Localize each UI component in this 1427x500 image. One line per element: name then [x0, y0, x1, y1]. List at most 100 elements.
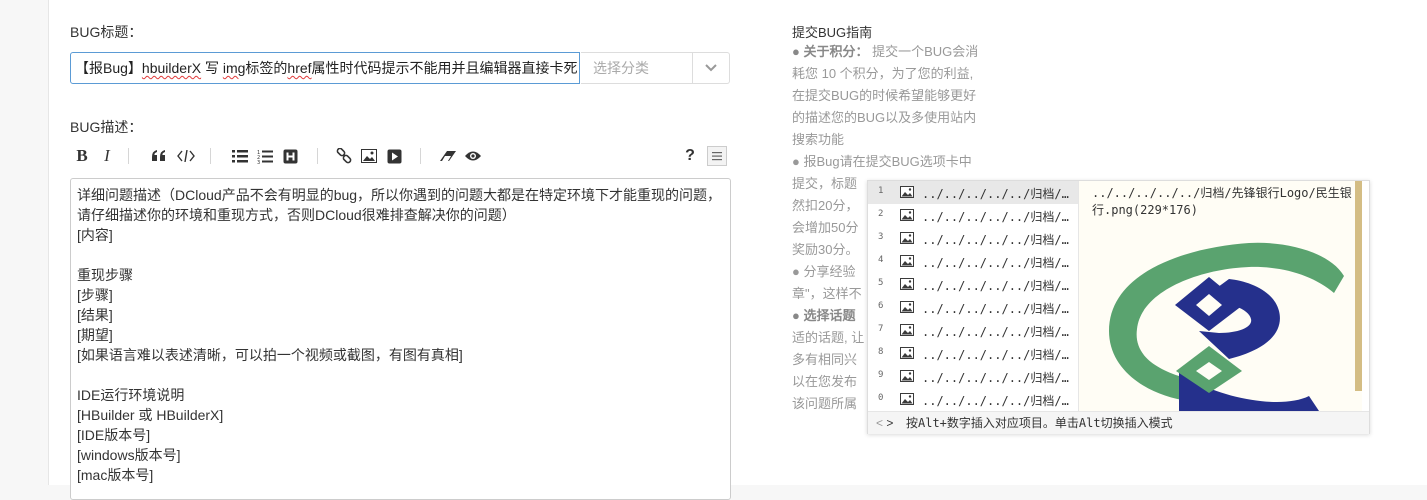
item-path: ../../../../../归档/… [922, 325, 1069, 339]
guide-text: 提交，标题 [792, 176, 858, 191]
chevron-down-icon[interactable] [692, 53, 729, 83]
editor-line: [期望] [77, 327, 113, 343]
guide-line: 会增加50分 [792, 217, 858, 236]
menu-icon [707, 146, 727, 166]
guide-text: ● 分享经验 [792, 264, 856, 279]
editor-line: 请仔细描述你的环境和重现方式，否则DCloud很难排查解决你的问题） [77, 207, 516, 223]
item-number: 6 [878, 301, 884, 311]
image-file-icon [900, 209, 914, 221]
item-path: ../../../../../归档/… [922, 210, 1069, 224]
image-file-icon [900, 324, 914, 336]
editor-line: IDE运行环境说明 [77, 387, 185, 403]
italic-button[interactable]: I [100, 144, 114, 168]
item-path: ../../../../../归档/… [922, 394, 1069, 408]
link-button[interactable] [335, 144, 353, 168]
guide-line: ● 选择话题 [792, 305, 855, 324]
guide-line: 适的话题, 让 [792, 327, 864, 346]
toolbar-divider [210, 148, 211, 164]
autocomplete-item[interactable]: 2 ../../../../../归档/… [868, 204, 1078, 227]
title-part-misspelled: href [287, 60, 312, 76]
guide-text: 以在您发布 [792, 374, 858, 389]
title-part: 属性时代码提示不能用并且编辑器直接卡死 [311, 60, 578, 76]
guide-line: 的描述您的BUG以及多使用站内 [792, 107, 976, 126]
preview-scrollbar[interactable] [1355, 181, 1362, 391]
image-file-icon [900, 255, 914, 267]
toolbar-divider [128, 148, 129, 164]
bold-button[interactable]: B [74, 144, 90, 168]
bullet-list-button[interactable] [231, 144, 249, 168]
bug-description-editor[interactable]: 详细问题描述（DCloud产品不会有明显的bug，所以你遇到的问题大都是在特定环… [70, 178, 731, 500]
guide-bold: ● 选择话题 [792, 308, 856, 323]
autocomplete-item[interactable]: 6 ../../../../../归档/… [868, 296, 1078, 319]
title-part: 标签的 [245, 60, 288, 76]
heading-button[interactable] [281, 144, 299, 168]
guide-line: 奖励30分。 [792, 239, 858, 258]
title-part: 【报Bug】 [75, 60, 142, 76]
guide-bold: ● 关于积分： [792, 44, 869, 59]
image-file-icon [900, 347, 914, 359]
quote-button[interactable] [150, 144, 168, 168]
autocomplete-item[interactable]: 4 ../../../../../归档/… [868, 250, 1078, 273]
autocomplete-item[interactable]: 0 ../../../../../归档/… [868, 388, 1078, 411]
autocomplete-item[interactable]: 7 ../../../../../归档/… [868, 319, 1078, 342]
autocomplete-item[interactable]: 9 ../../../../../归档/… [868, 365, 1078, 388]
image-file-icon [900, 393, 914, 405]
guide-line: 多有相同兴 [792, 349, 857, 368]
guide-line: 耗您 10 个积分，为了您的利益, [792, 63, 973, 82]
toolbar-divider [317, 148, 318, 164]
help-button[interactable]: ? [683, 144, 697, 168]
item-path: ../../../../../归档/… [922, 279, 1069, 293]
minsheng-bank-logo [1109, 242, 1344, 411]
guide-line: 以在您发布 [792, 371, 857, 390]
guide-line: ● 分享经验 [792, 261, 855, 280]
code-icon [177, 150, 195, 162]
bug-title-input[interactable]: 【报Bug】hbuilderX 写 img标签的href属性时代码提示不能用并且… [70, 52, 580, 84]
heading-icon [283, 149, 297, 163]
preview-button[interactable] [463, 144, 483, 168]
image-file-icon [900, 186, 914, 198]
guide-line: 搜索功能 [792, 129, 844, 148]
item-number: 0 [878, 393, 884, 403]
image-file-icon [900, 370, 914, 382]
image-icon [361, 149, 377, 163]
category-select[interactable]: 选择分类 [581, 52, 730, 84]
editor-line: [内容] [77, 227, 113, 243]
guide-text: 该问题所属 [792, 396, 858, 411]
video-button[interactable] [385, 144, 403, 168]
fullscreen-button[interactable] [707, 144, 727, 168]
bullet-list-icon [232, 150, 248, 163]
eraser-button[interactable] [438, 144, 458, 168]
pager-arrows-icon[interactable]: < > [876, 412, 893, 434]
editor-line: 详细问题描述（DCloud产品不会有明显的bug，所以你遇到的问题大都是在特定环… [77, 187, 722, 203]
image-file-icon [900, 301, 914, 313]
title-label: BUG标题： [70, 24, 143, 40]
image-file-icon [900, 278, 914, 290]
item-path: ../../../../../归档/… [922, 256, 1069, 270]
autocomplete-item[interactable]: 5 ../../../../../归档/… [868, 273, 1078, 296]
guide-text: 搜索功能 [792, 132, 845, 147]
guide-line: 然扣20分， [792, 195, 858, 214]
video-icon [387, 149, 401, 163]
toolbar-divider [420, 148, 421, 164]
link-icon [336, 148, 352, 164]
guide-text: 奖励30分。 [792, 242, 859, 257]
autocomplete-item[interactable]: 1 ../../../../../归档/… [868, 181, 1078, 204]
code-button[interactable] [176, 144, 196, 168]
autocomplete-list: 1 ../../../../../归档/… 2 ../../../../../归档/…… [868, 181, 1079, 411]
item-path: ../../../../../归档/… [922, 233, 1069, 247]
guide-line: ● 报Bug请在提交BUG选项卡中 [792, 151, 972, 170]
title-part-misspelled: img [222, 60, 246, 76]
editor-line: [mac版本号] [77, 467, 154, 483]
autocomplete-footer: < > 按Alt+数字插入对应项目。单击Alt切换插入模式 [868, 411, 1369, 434]
autocomplete-item[interactable]: 8 ../../../../../归档/… [868, 342, 1078, 365]
item-path: ../../../../../归档/… [922, 302, 1069, 316]
numbered-list-button[interactable]: 123 [256, 144, 274, 168]
autocomplete-item[interactable]: 3 ../../../../../归档/… [868, 227, 1078, 250]
guide-text: ● 报Bug请在提交BUG选项卡中 [792, 154, 972, 169]
item-number: 9 [878, 370, 884, 380]
image-button[interactable] [360, 144, 378, 168]
guide-text: 会增加50分 [792, 220, 859, 235]
guide-text: 多有相同兴 [792, 352, 858, 367]
guide-heading: 提交BUG指南 [792, 25, 873, 40]
image-file-icon [900, 232, 914, 244]
